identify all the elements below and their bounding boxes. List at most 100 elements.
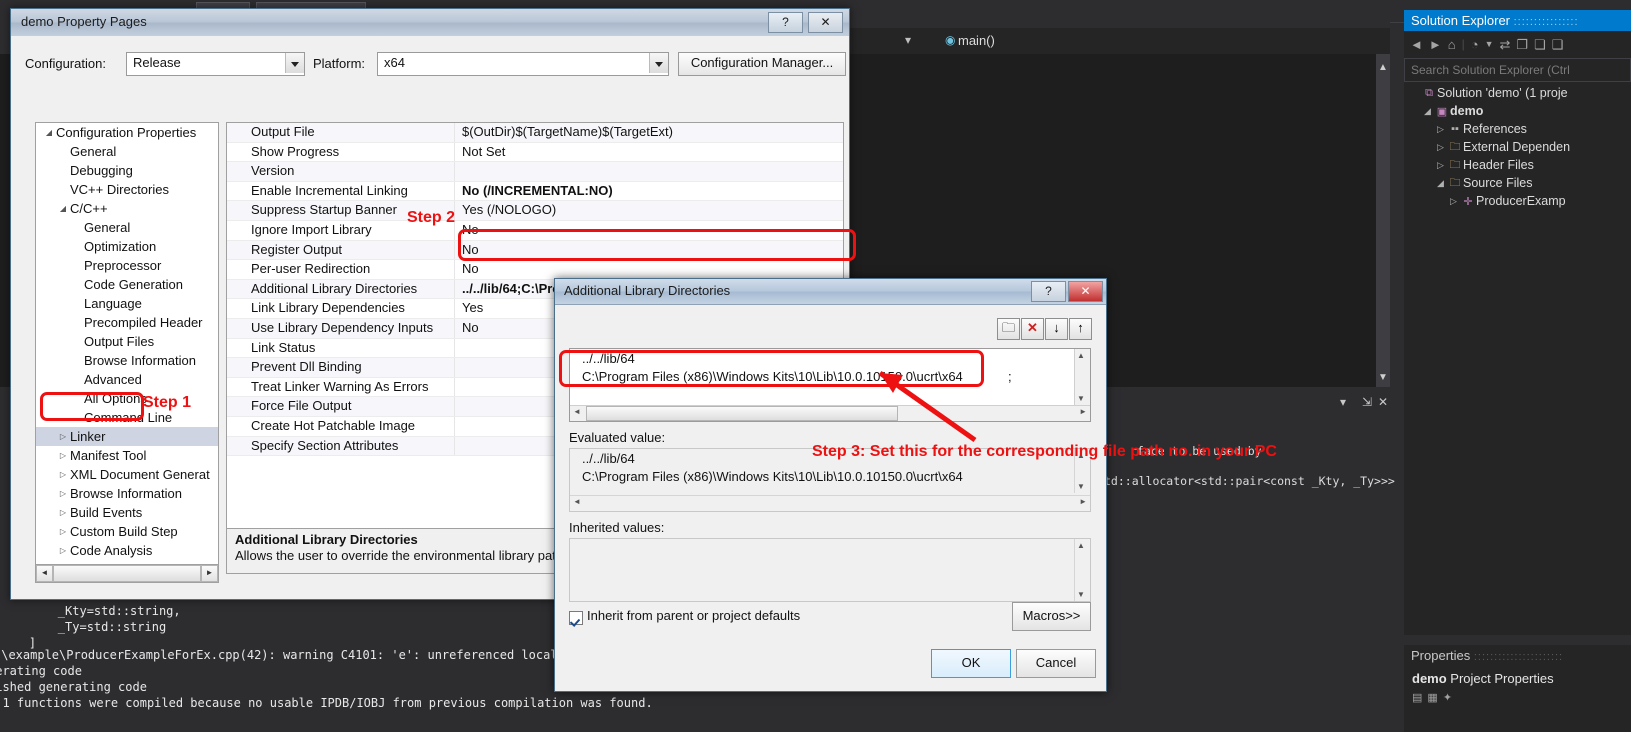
- inherited-vscrollbar[interactable]: ▲ ▼: [1074, 539, 1090, 601]
- library-entry-2[interactable]: C:\Program Files (x86)\Windows Kits\10\L…: [576, 369, 963, 384]
- property-grid-value[interactable]: No (/INCREMENTAL:NO): [455, 182, 843, 201]
- close-icon[interactable]: ✕: [1378, 395, 1388, 409]
- property-tree-item[interactable]: ▷ XML Document Generat: [36, 465, 218, 484]
- property-grid-row[interactable]: Show Progress Not Set: [227, 142, 843, 163]
- solution-tree-item[interactable]: ▷ ▪▪ References: [1404, 120, 1631, 138]
- twisty-expanded-icon[interactable]: ◢: [56, 204, 70, 213]
- help-button[interactable]: ?: [1031, 281, 1066, 302]
- property-tree-item[interactable]: Precompiled Header: [36, 313, 218, 332]
- property-grid-row[interactable]: Suppress Startup Banner Yes (/NOLOGO): [227, 201, 843, 221]
- pending-changes-icon[interactable]: ◔: [1471, 38, 1479, 51]
- collapse-icon[interactable]: ❑: [1552, 38, 1564, 51]
- platform-select[interactable]: x64: [377, 52, 669, 76]
- refresh-icon[interactable]: ❏: [1534, 38, 1546, 51]
- scroll-down-arrow-icon[interactable]: ▼: [1077, 590, 1085, 599]
- sync-icon[interactable]: ⇄: [1500, 38, 1511, 51]
- property-grid-value[interactable]: Yes (/NOLOGO): [455, 201, 843, 220]
- property-grid-row[interactable]: Enable Incremental Linking No (/INCREMENT…: [227, 181, 843, 202]
- property-tree-item[interactable]: Code Generation: [36, 275, 218, 294]
- window-dropdown-icon[interactable]: ▾: [1340, 395, 1346, 409]
- property-tree-item[interactable]: Language: [36, 294, 218, 313]
- property-tree-item[interactable]: Optimization: [36, 237, 218, 256]
- solution-tree-item[interactable]: ◢ ▣ demo: [1404, 102, 1631, 120]
- alphabetical-view-icon[interactable]: ▦: [1427, 691, 1437, 711]
- library-entry-1[interactable]: ../../lib/64: [576, 351, 635, 366]
- property-tree-item[interactable]: ▷ Browse Information: [36, 484, 218, 503]
- categorized-view-icon[interactable]: ▤: [1412, 691, 1422, 711]
- solution-tree-item[interactable]: ▷ 🗀 External Dependen: [1404, 138, 1631, 156]
- property-grid-value[interactable]: $(OutDir)$(TargetName)$(TargetExt): [455, 123, 843, 142]
- configuration-manager-button[interactable]: Configuration Manager...: [678, 52, 846, 76]
- twisty-expanded-icon[interactable]: ◢: [1434, 178, 1447, 189]
- twisty-collapsed-icon[interactable]: ▷: [56, 546, 70, 555]
- hscroll-thumb[interactable]: [53, 565, 201, 582]
- entries-vscrollbar[interactable]: ▲ ▼: [1074, 349, 1090, 405]
- chevron-down-icon[interactable]: [649, 53, 668, 73]
- scroll-up-arrow-icon[interactable]: ▲: [1378, 62, 1388, 76]
- property-grid-value[interactable]: [455, 162, 843, 181]
- property-tree-item[interactable]: ▷ Manifest Tool: [36, 446, 218, 465]
- property-grid-row[interactable]: Register Output No: [227, 240, 843, 261]
- chevron-down-icon[interactable]: ▾: [905, 33, 911, 47]
- scroll-right-arrow-icon[interactable]: ►: [1079, 407, 1087, 416]
- scroll-right-arrow-icon[interactable]: ►: [1079, 497, 1087, 506]
- twisty-collapsed-icon[interactable]: ▷: [56, 451, 70, 460]
- property-tree-item[interactable]: ▷ Build Events: [36, 503, 218, 522]
- scroll-left-arrow-icon[interactable]: ◄: [573, 407, 581, 416]
- property-pages-icon[interactable]: ✦: [1443, 691, 1452, 711]
- property-pages-tree[interactable]: ◢ Configuration Properties General Debuggin…: [35, 122, 219, 573]
- property-grid-value[interactable]: No: [455, 260, 843, 279]
- property-tree-item[interactable]: ▷ Code Analysis: [36, 541, 218, 560]
- home-icon[interactable]: ⌂: [1448, 38, 1456, 51]
- twisty-expanded-icon[interactable]: ◢: [1421, 106, 1434, 117]
- chevron-down-icon[interactable]: ▼: [1485, 39, 1494, 49]
- property-tree-item[interactable]: Advanced: [36, 370, 218, 389]
- twisty-collapsed-icon[interactable]: ▷: [56, 489, 70, 498]
- forward-icon[interactable]: ►: [1429, 38, 1442, 51]
- property-tree-item[interactable]: VC++ Directories: [36, 180, 218, 199]
- scroll-down-arrow-icon[interactable]: ▼: [1077, 482, 1085, 491]
- property-grid-row[interactable]: Ignore Import Library No: [227, 220, 843, 241]
- property-tree-item[interactable]: Preprocessor: [36, 256, 218, 275]
- inherit-checkbox[interactable]: [569, 611, 583, 625]
- scroll-left-arrow-icon[interactable]: ◄: [36, 565, 53, 582]
- twisty-collapsed-icon[interactable]: ▷: [56, 470, 70, 479]
- close-button[interactable]: ✕: [808, 12, 843, 33]
- solution-tree-item[interactable]: ▷ ✛ ProducerExamp: [1404, 192, 1631, 210]
- property-tree-item[interactable]: General: [36, 142, 218, 161]
- property-tree-item[interactable]: ▷ Linker: [36, 427, 218, 446]
- library-entries-list[interactable]: ../../lib/64 C:\Program Files (x86)\Wind…: [569, 348, 1091, 422]
- entries-hscroll-thumb[interactable]: [586, 406, 898, 421]
- chevron-down-icon[interactable]: [285, 53, 304, 73]
- property-grid-value[interactable]: Not Set: [455, 143, 843, 162]
- twisty-expanded-icon[interactable]: ◢: [42, 128, 56, 137]
- scroll-left-arrow-icon[interactable]: ◄: [573, 497, 581, 506]
- solution-tree-item[interactable]: ▷ 🗀 Header Files: [1404, 156, 1631, 174]
- entries-hscrollbar[interactable]: ◄ ►: [570, 405, 1090, 421]
- library-dialog-titlebar[interactable]: Additional Library Directories ? ✕: [555, 279, 1106, 305]
- editor-member-dropdown[interactable]: main(): [958, 33, 995, 48]
- twisty-collapsed-icon[interactable]: ▷: [56, 508, 70, 517]
- move-up-icon[interactable]: ↑: [1069, 318, 1092, 340]
- scroll-up-arrow-icon[interactable]: ▲: [1077, 541, 1085, 550]
- twisty-collapsed-icon[interactable]: ▷: [1447, 196, 1460, 207]
- property-grid-row[interactable]: Per-user Redirection No: [227, 260, 843, 280]
- solution-tree-item[interactable]: ⧉ Solution 'demo' (1 proje: [1404, 84, 1631, 102]
- property-grid-value[interactable]: No: [455, 241, 843, 260]
- property-grid-row[interactable]: Output File $(OutDir)$(TargetName)$(Targe…: [227, 123, 843, 143]
- property-tree-item[interactable]: Debugging: [36, 161, 218, 180]
- pin-icon[interactable]: ⇲: [1362, 395, 1372, 409]
- scroll-right-arrow-icon[interactable]: ►: [201, 565, 218, 582]
- solution-explorer-search-input[interactable]: Search Solution Explorer (Ctrl: [1404, 58, 1631, 82]
- ok-button[interactable]: OK: [931, 649, 1011, 678]
- property-tree-item[interactable]: Browse Information: [36, 351, 218, 370]
- twisty-collapsed-icon[interactable]: ▷: [1434, 142, 1447, 153]
- cancel-button[interactable]: Cancel: [1016, 649, 1096, 678]
- scroll-down-arrow-icon[interactable]: ▼: [1378, 372, 1388, 386]
- back-icon[interactable]: ◄: [1410, 38, 1423, 51]
- move-down-icon[interactable]: ↓: [1045, 318, 1068, 340]
- configuration-select[interactable]: Release: [126, 52, 305, 76]
- property-tree-item[interactable]: Output Files: [36, 332, 218, 351]
- scroll-up-arrow-icon[interactable]: ▲: [1077, 351, 1085, 360]
- twisty-collapsed-icon[interactable]: ▷: [56, 432, 70, 441]
